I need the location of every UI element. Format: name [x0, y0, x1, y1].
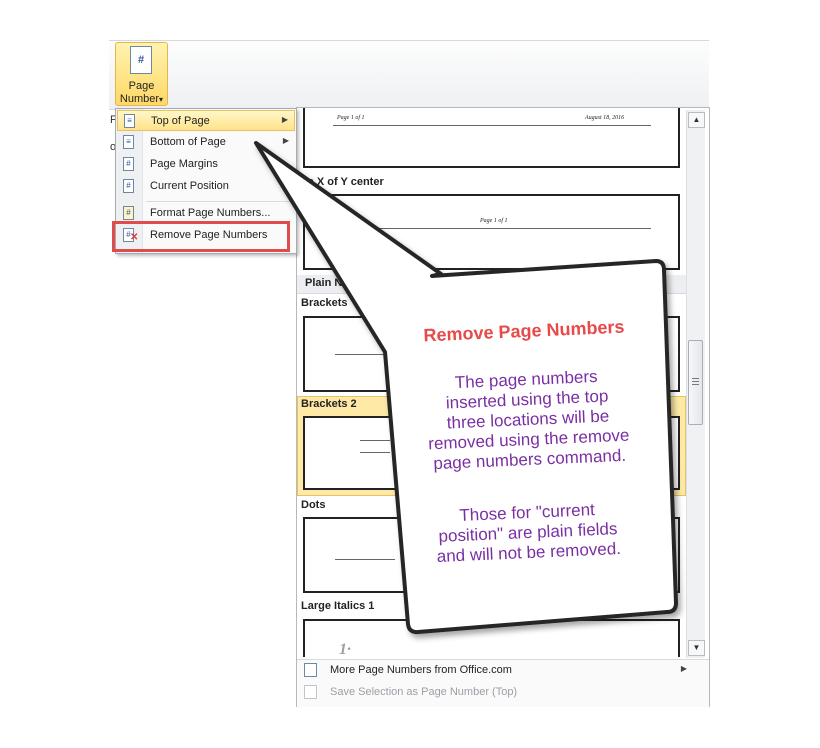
callout-shape — [254, 141, 678, 635]
callout-body: The page numbers inserted using the top … — [427, 366, 630, 474]
callout-body-2: Those for "current position" are plain f… — [436, 500, 622, 566]
